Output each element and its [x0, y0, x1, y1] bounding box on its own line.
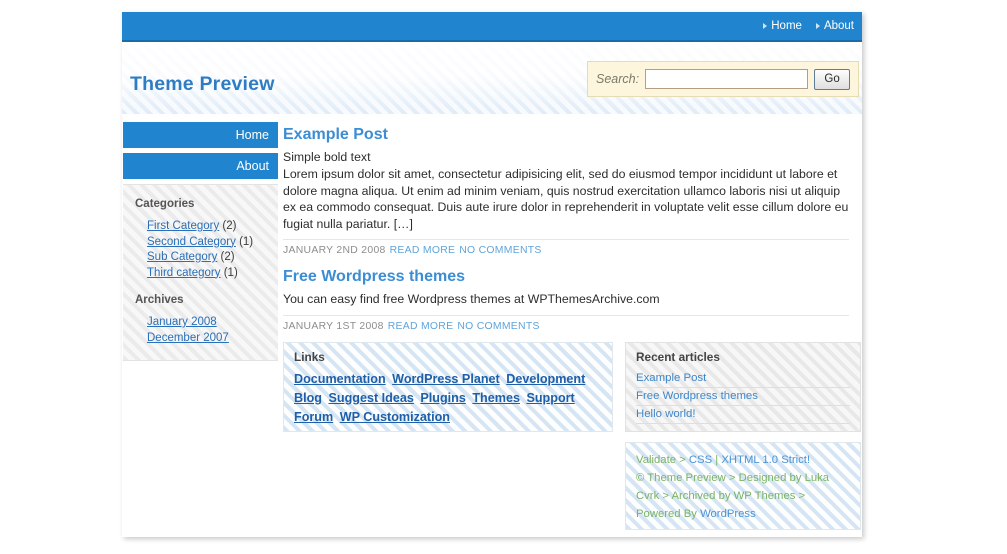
credits-validate-line: Validate > CSS | XHTML 1.0 Strict!	[636, 451, 850, 469]
comments-link[interactable]: NO COMMENTS	[459, 245, 541, 256]
archive-link-january-2008[interactable]: January 2008	[147, 316, 217, 328]
search-box: Search: Go	[587, 61, 859, 97]
links-list: Documentation WordPress Planet Developme…	[294, 370, 602, 427]
sidebar-item-home[interactable]: Home	[123, 122, 278, 148]
categories-title: Categories	[135, 198, 195, 210]
comments-link[interactable]: NO COMMENTS	[457, 321, 539, 332]
powered-by-label: Powered By	[636, 508, 697, 520]
sidebar-widgets: Categories First Category (2) Second Cat…	[123, 184, 278, 361]
credits-separator: >	[728, 472, 736, 484]
category-link-sub[interactable]: Sub Category	[147, 251, 217, 263]
post-date: JANUARY 2ND 2008	[283, 245, 386, 256]
links-widget: Links Documentation WordPress Planet Dev…	[283, 342, 613, 432]
list-item: December 2007	[147, 331, 278, 346]
top-nav-list: Home About	[763, 12, 854, 40]
post-meta: JANUARY 2ND 2008 READ MORE NO COMMENTS	[283, 239, 849, 256]
credits-pipe: |	[715, 454, 719, 466]
read-more-link[interactable]: READ MORE	[388, 321, 454, 332]
masthead: Theme Preview Search: Go	[122, 44, 862, 114]
post-title[interactable]: Example Post	[283, 126, 849, 144]
link-plugins[interactable]: Plugins	[420, 391, 465, 405]
footer-region: Links Documentation WordPress Planet Dev…	[283, 342, 861, 537]
credits-separator: >	[662, 490, 669, 502]
post-body: You can easy find free Wordpress themes …	[283, 292, 660, 306]
sidebar: Home About Categories First Category (2)…	[123, 122, 278, 361]
list-item: Third category (1)	[147, 266, 278, 281]
categories-list: First Category (2) Second Category (1) S…	[123, 219, 278, 280]
credits-attribution-line: © Theme Preview > Designed by Luka Cvrk …	[636, 469, 850, 523]
recent-item-free-wordpress-themes[interactable]: Free Wordpress themes	[636, 388, 850, 406]
list-item: January 2008	[147, 315, 278, 330]
post-lead: Simple bold text	[283, 150, 371, 164]
search-go-button[interactable]: Go	[814, 68, 850, 90]
archives-list: January 2008 December 2007	[123, 315, 278, 345]
post-title[interactable]: Free Wordpress themes	[283, 268, 849, 286]
topnav-item-home[interactable]: Home	[763, 20, 802, 32]
site-title[interactable]: Theme Preview	[130, 73, 275, 96]
triangle-bullet-icon	[815, 23, 820, 29]
link-wordpress-planet[interactable]: WordPress Planet	[392, 372, 500, 386]
list-item: Second Category (1)	[147, 235, 278, 250]
topnav-item-about[interactable]: About	[815, 20, 854, 32]
links-title: Links	[294, 350, 325, 364]
recent-articles-widget: Recent articles Example Post Free Wordpr…	[625, 342, 861, 432]
recent-articles-title: Recent articles	[636, 350, 720, 364]
link-documentation[interactable]: Documentation	[294, 372, 386, 386]
topnav-about-label: About	[823, 20, 854, 32]
css-validate-link[interactable]: CSS	[689, 454, 712, 466]
post-free-wordpress-themes: Free Wordpress themes You can easy find …	[283, 256, 861, 332]
credits-separator: >	[679, 454, 686, 466]
post-date: JANUARY 1ST 2008	[283, 320, 384, 332]
copyright-label: © Theme Preview	[636, 472, 726, 484]
category-link-first[interactable]: First Category	[147, 220, 219, 232]
list-item: Sub Category (2)	[147, 250, 278, 265]
top-navigation-bar: Home About	[122, 12, 862, 42]
list-item: First Category (2)	[147, 219, 278, 234]
read-more-link[interactable]: READ MORE	[390, 245, 456, 256]
link-suggest-ideas[interactable]: Suggest Ideas	[328, 391, 413, 405]
post-example-post: Example Post Simple bold text Lorem ipsu…	[283, 114, 861, 256]
credits-widget: Validate > CSS | XHTML 1.0 Strict! © The…	[625, 442, 861, 530]
link-wp-customization[interactable]: WP Customization	[340, 410, 450, 424]
recent-item-hello-world[interactable]: Hello world!	[636, 406, 850, 424]
category-link-second[interactable]: Second Category	[147, 236, 236, 248]
theme-preview-page: Home About Theme Preview Search: Go Home…	[122, 12, 862, 537]
topnav-home-label: Home	[771, 20, 802, 32]
post-body: Lorem ipsum dolor sit amet, consectetur …	[283, 167, 849, 231]
archives-title: Archives	[135, 294, 184, 306]
archived-by-label: Archived by WP Themes	[671, 490, 796, 502]
archive-link-december-2007[interactable]: December 2007	[147, 332, 229, 344]
wordpress-link[interactable]: WordPress	[700, 508, 756, 520]
triangle-bullet-icon	[763, 23, 768, 29]
search-label: Search:	[596, 72, 640, 86]
category-count: (2)	[222, 220, 237, 232]
search-input[interactable]	[645, 69, 809, 89]
sidebar-item-about[interactable]: About	[123, 153, 278, 179]
recent-item-example-post[interactable]: Example Post	[636, 370, 850, 388]
category-count: (2)	[220, 251, 235, 263]
link-themes[interactable]: Themes	[472, 391, 520, 405]
credits-separator: >	[798, 490, 806, 502]
xhtml-validate-link[interactable]: XHTML 1.0 Strict!	[721, 454, 810, 466]
main-content: Example Post Simple bold text Lorem ipsu…	[283, 114, 861, 332]
content-wrapper: Home About Categories First Category (2)…	[122, 114, 862, 537]
category-link-third[interactable]: Third category	[147, 267, 221, 279]
category-count: (1)	[223, 266, 238, 279]
post-meta: JANUARY 1ST 2008 READ MORE NO COMMENTS	[283, 314, 849, 332]
validate-label: Validate	[636, 454, 676, 466]
category-count: (1)	[239, 235, 254, 248]
